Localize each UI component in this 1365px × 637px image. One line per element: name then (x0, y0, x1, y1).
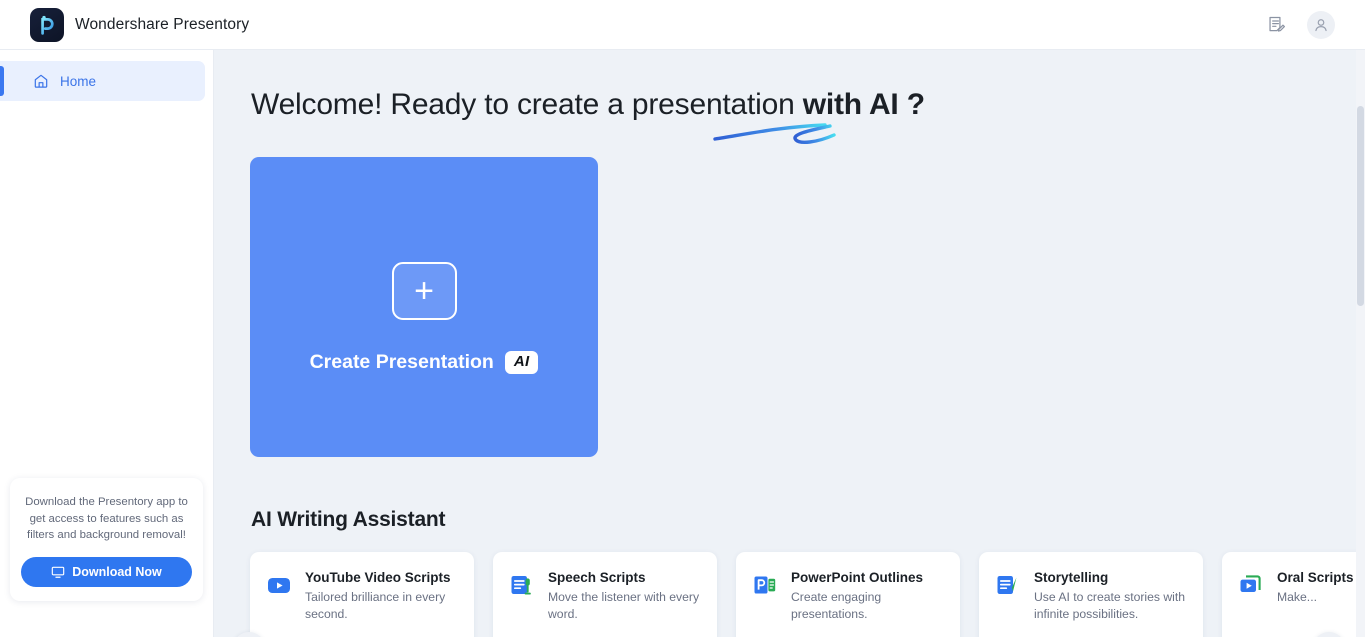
page-scrollbar[interactable] (1356, 50, 1365, 637)
plus-icon: + (391, 262, 457, 320)
create-presentation-label: Create Presentation (309, 351, 494, 373)
ai-badge: AI (504, 351, 539, 374)
assist-card-text: YouTube Video Scripts Tailored brillianc… (305, 570, 459, 637)
assist-card-oral-scripts[interactable]: Oral Scripts Make... (1222, 552, 1365, 637)
create-presentation-label-row: Create Presentation AI (310, 351, 539, 374)
document-pen-icon (995, 572, 1021, 598)
powerpoint-icon (752, 572, 778, 598)
main-content: Welcome! Ready to create a presentation … (214, 50, 1365, 637)
download-promo: Download the Presentory app to get acces… (10, 478, 203, 601)
page-title: Welcome! Ready to create a presentation … (251, 88, 925, 122)
assist-card-text: Speech Scripts Move the listener with ev… (548, 570, 702, 637)
active-indicator (0, 66, 4, 96)
headline-plain: Welcome! Ready to create a presentation (251, 88, 803, 121)
home-icon (33, 73, 49, 89)
assist-card-desc: Move the listener with every word. (548, 590, 700, 621)
user-avatar-icon[interactable] (1307, 10, 1335, 39)
assist-card-title: Oral Scripts (1277, 570, 1354, 585)
page-scrollbar-thumb[interactable] (1357, 106, 1364, 306)
assist-card-text: Oral Scripts Make... (1277, 570, 1354, 637)
assist-card-storytelling[interactable]: Storytelling Use AI to create stories wi… (979, 552, 1203, 637)
section-title-writing-assistant: AI Writing Assistant (251, 508, 446, 531)
assist-card-text: Storytelling Use AI to create stories wi… (1034, 570, 1188, 637)
download-now-button[interactable]: Download Now (21, 557, 192, 587)
headline-accent: with AI ? (802, 88, 925, 121)
assist-card-title: YouTube Video Scripts (305, 570, 451, 585)
assist-card-desc: Use AI to create stories with infinite p… (1034, 590, 1186, 621)
monitor-icon (51, 565, 65, 579)
assist-card-text: PowerPoint Outlines Create engaging pres… (791, 570, 945, 637)
assist-card-powerpoint-outlines[interactable]: PowerPoint Outlines Create engaging pres… (736, 552, 960, 637)
assist-card-desc: Create engaging presentations. (791, 590, 882, 621)
youtube-play-icon (266, 572, 292, 598)
assist-card-speech-scripts[interactable]: Speech Scripts Move the listener with ev… (493, 552, 717, 637)
note-edit-icon[interactable] (1263, 12, 1289, 38)
brand-name: Wondershare Presentory (75, 15, 250, 33)
presentory-logo-icon (30, 7, 64, 42)
assist-card-title: PowerPoint Outlines (791, 570, 924, 585)
sidebar-item-label: Home (60, 73, 97, 89)
promo-text: Download the Presentory app to get acces… (25, 496, 188, 541)
assist-card-desc: Tailored brilliance in every second. (305, 590, 446, 621)
sidebar: Home Download the Presentory app to get … (0, 50, 214, 637)
assist-card-title: Speech Scripts (548, 570, 646, 585)
video-frame-icon (1238, 572, 1264, 598)
document-microphone-icon (509, 572, 535, 598)
writing-assistant-carousel: YouTube Video Scripts Tailored brillianc… (250, 552, 1365, 637)
download-now-label: Download Now (72, 565, 162, 579)
sidebar-item-home[interactable]: Home (0, 61, 205, 101)
plus-glyph: + (414, 272, 434, 310)
app-header: Wondershare Presentory (0, 0, 1365, 50)
header-actions (1263, 10, 1365, 39)
headline-underline-icon (713, 123, 836, 144)
create-presentation-card[interactable]: + Create Presentation AI (250, 157, 598, 457)
assist-card-title: Storytelling (1034, 570, 1109, 585)
assist-card-youtube-video-scripts[interactable]: YouTube Video Scripts Tailored brillianc… (250, 552, 474, 637)
assist-card-desc: Make... (1277, 590, 1317, 604)
brand: Wondershare Presentory (0, 7, 250, 42)
